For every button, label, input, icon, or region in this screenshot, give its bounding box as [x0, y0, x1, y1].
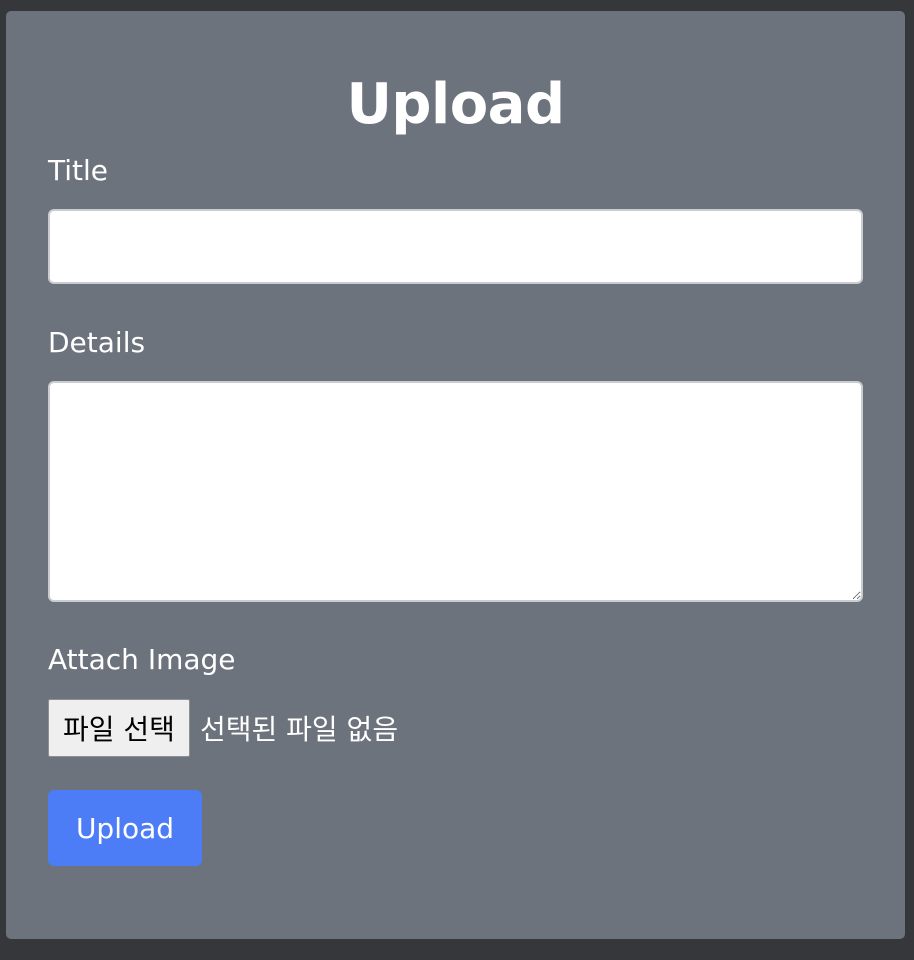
upload-form-card: Upload Title Details Attach Image 파일 선택 … [6, 11, 905, 939]
file-status-text: 선택된 파일 없음 [199, 713, 399, 746]
title-label: Title [48, 154, 109, 187]
page-title: Upload [346, 72, 565, 137]
title-input[interactable] [48, 209, 863, 284]
details-label: Details [48, 326, 146, 359]
choose-file-button[interactable]: 파일 선택 [48, 699, 190, 757]
details-textarea[interactable] [48, 381, 863, 602]
upload-button[interactable]: Upload [48, 790, 202, 866]
file-picker: 파일 선택 선택된 파일 없음 [48, 698, 398, 758]
attach-image-label: Attach Image [48, 643, 236, 676]
